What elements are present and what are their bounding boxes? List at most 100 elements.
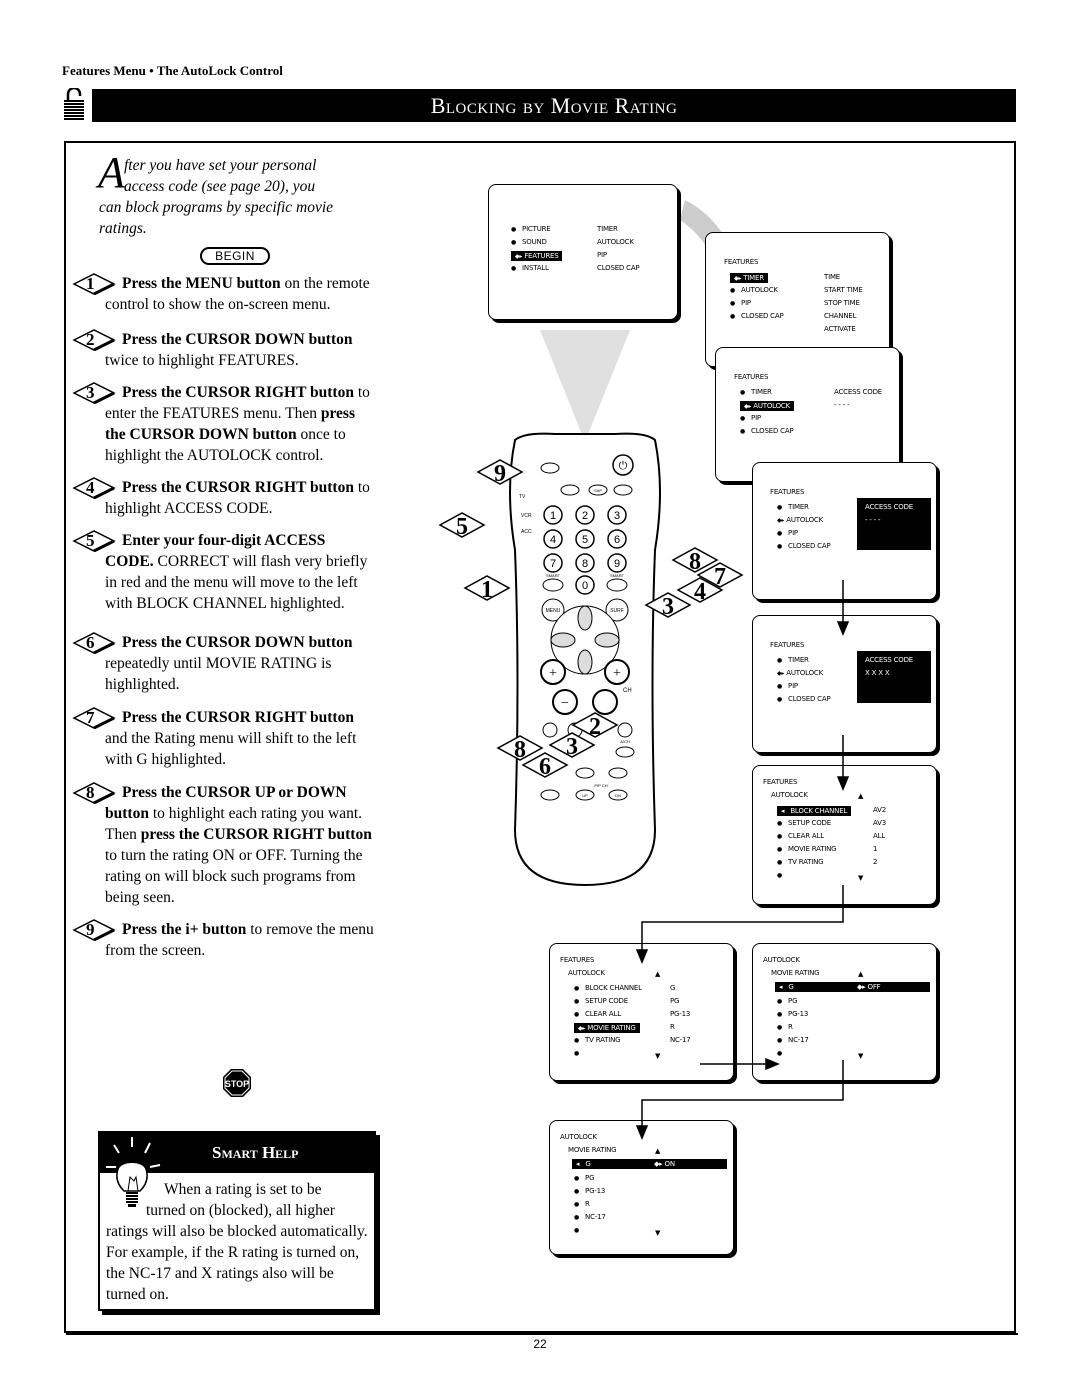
option-value: PG [670, 997, 680, 1005]
number-button-5[interactable]: 5 [575, 529, 595, 549]
svg-text:−: − [561, 696, 569, 711]
stop-icon: STOP [223, 1069, 251, 1097]
rating-state[interactable]: ◆▸ ON [654, 1160, 675, 1168]
option-value: NC-17 [670, 1036, 691, 1044]
step-action: Press the CURSOR RIGHT button [122, 479, 354, 496]
access-code-label: ACCESS CODE [865, 656, 913, 664]
access-code-label: ACCESS CODE [834, 388, 882, 396]
number-button-6[interactable]: 6 [607, 529, 627, 549]
option-value: 1 [873, 845, 878, 853]
number-button-3[interactable]: 3 [607, 505, 627, 525]
rating-item-g: G◆▸ ON [572, 1159, 727, 1169]
access-code-value[interactable]: - - - - [865, 516, 923, 524]
svg-text:3: 3 [614, 510, 620, 522]
section-label: Features Menu • The AutoLock Control [62, 63, 283, 78]
menu-item: TIMER [777, 656, 809, 664]
cursor-up [577, 605, 593, 631]
scroll-up-icon: ▲ [858, 970, 864, 978]
menu-title: FEATURES [724, 258, 759, 266]
rating-item-r: R [574, 1200, 590, 1208]
step-text-2: to turn the rating ON or OFF. Turning th… [105, 847, 363, 906]
step-9: 9 Press the i+ button to remove the menu … [72, 919, 374, 961]
menu-item: AUTOLOCK [777, 516, 823, 524]
scroll-down-icon: ▼ [858, 874, 864, 882]
menu-item: SETUP CODE [574, 997, 628, 1005]
submenu-item: AUTOLOCK [597, 238, 634, 246]
step-action: Press the MENU button [122, 275, 281, 292]
step-text: twice to highlight FEATURES. [105, 352, 299, 369]
remote-control: ⏻ SAP 1 2 3 4 5 6 7 8 9 0 SMART SMART TV VCR ACC ME… [509, 432, 661, 887]
empty-item [574, 1226, 585, 1234]
access-code-box: ACCESS CODE - - - - [857, 498, 931, 550]
scroll-down-icon: ▼ [655, 1229, 661, 1237]
access-code-box: ACCESS CODE X X X X [857, 651, 931, 703]
step-number: 2 [86, 330, 95, 349]
submenu-item: STOP TIME [824, 299, 860, 307]
cursor-left [550, 632, 576, 648]
menu-subtitle: AUTOLOCK [568, 969, 605, 977]
svg-text:UP: UP [582, 793, 588, 798]
access-code-value: - - - - [834, 401, 850, 409]
step-action: Press the i+ button [122, 921, 247, 938]
menu-item: BLOCK CHANNEL [574, 984, 642, 992]
svg-text:MENU: MENU [546, 608, 561, 614]
svg-text:5: 5 [582, 534, 588, 546]
menu-item: BLOCK CHANNEL [777, 806, 852, 816]
menu-item: AUTOLOCK [777, 669, 823, 677]
number-button-8[interactable]: 8 [575, 553, 595, 573]
option-value: ALL [873, 832, 885, 840]
autolock-movie-rating-screen: FEATURES AUTOLOCK ▲ BLOCK CHANNEL SETUP CODE… [549, 943, 734, 1081]
svg-text:DN: DN [615, 793, 621, 798]
step-action: Press the CURSOR DOWN button [122, 634, 353, 651]
menu-title: FEATURES [763, 778, 798, 786]
submenu-item: PIP [597, 251, 607, 259]
smart-help-title: Smart Help [212, 1143, 299, 1162]
svg-text:+: + [613, 666, 621, 681]
scroll-down-icon: ▼ [655, 1052, 661, 1060]
smart-sound-button[interactable] [542, 578, 564, 592]
svg-text:9: 9 [614, 558, 620, 570]
number-button-1[interactable]: 1 [543, 505, 563, 525]
submenu-item: CHANNEL [824, 312, 857, 320]
step-6: 6 Press the CURSOR DOWN button repeatedly… [72, 632, 374, 695]
number-button-2[interactable]: 2 [575, 505, 595, 525]
menu-item: CLOSED CAP [740, 427, 794, 435]
svg-text:2: 2 [582, 510, 588, 522]
step-number: 9 [86, 920, 95, 939]
submenu-item: START TIME [824, 286, 863, 294]
step-4: 4 Press the CURSOR RIGHT button to highli… [72, 477, 374, 519]
menu-item: TV RATING [574, 1036, 621, 1044]
access-code-value[interactable]: X X X X [865, 669, 923, 677]
step-2: 2 Press the CURSOR DOWN button twice to h… [72, 329, 374, 371]
step-3: 3 Press the CURSOR RIGHT button to enter … [72, 382, 374, 466]
power-icon: ⏻ [619, 460, 628, 472]
step-number: 5 [86, 531, 95, 550]
svg-text:6: 6 [614, 534, 620, 546]
menu-item-picture: PICTURE [511, 225, 551, 233]
svg-text:A/CH: A/CH [620, 739, 630, 744]
menu-title: FEATURES [770, 488, 805, 496]
smart-picture-button[interactable] [606, 578, 628, 592]
submenu-item: ACTIVATE [824, 325, 856, 333]
option-value: R [670, 1023, 675, 1031]
step-number: 1 [86, 274, 95, 293]
number-button-7[interactable]: 7 [543, 553, 563, 573]
rating-item-pg-13: PG-13 [777, 1010, 808, 1018]
rating-state[interactable]: ◆▸ OFF [857, 983, 881, 991]
movie-rating-on-screen: AUTOLOCK MOVIE RATING ▲ G◆▸ ON PG PG-13 R NC-17… [549, 1120, 734, 1255]
menu-item: PIP [777, 529, 798, 537]
number-button-0[interactable]: 0 [575, 575, 595, 595]
menu-item: CLEAR ALL [777, 832, 824, 840]
step-action: Press the CURSOR RIGHT button [122, 384, 354, 401]
submenu-item: TIME [824, 273, 841, 281]
number-button-4[interactable]: 4 [543, 529, 563, 549]
menu-item: PIP [740, 414, 761, 422]
rating-item-r: R [777, 1023, 793, 1031]
step-8: 8 Press the CURSOR UP or DOWN button to h… [72, 782, 374, 908]
number-button-9[interactable]: 9 [607, 553, 627, 573]
lock-icon [64, 88, 84, 120]
menu-title: FEATURES [734, 373, 769, 381]
stop-label: STOP [225, 1079, 249, 1089]
step-action: Press the CURSOR RIGHT button [122, 709, 354, 726]
empty-item [777, 1049, 788, 1057]
